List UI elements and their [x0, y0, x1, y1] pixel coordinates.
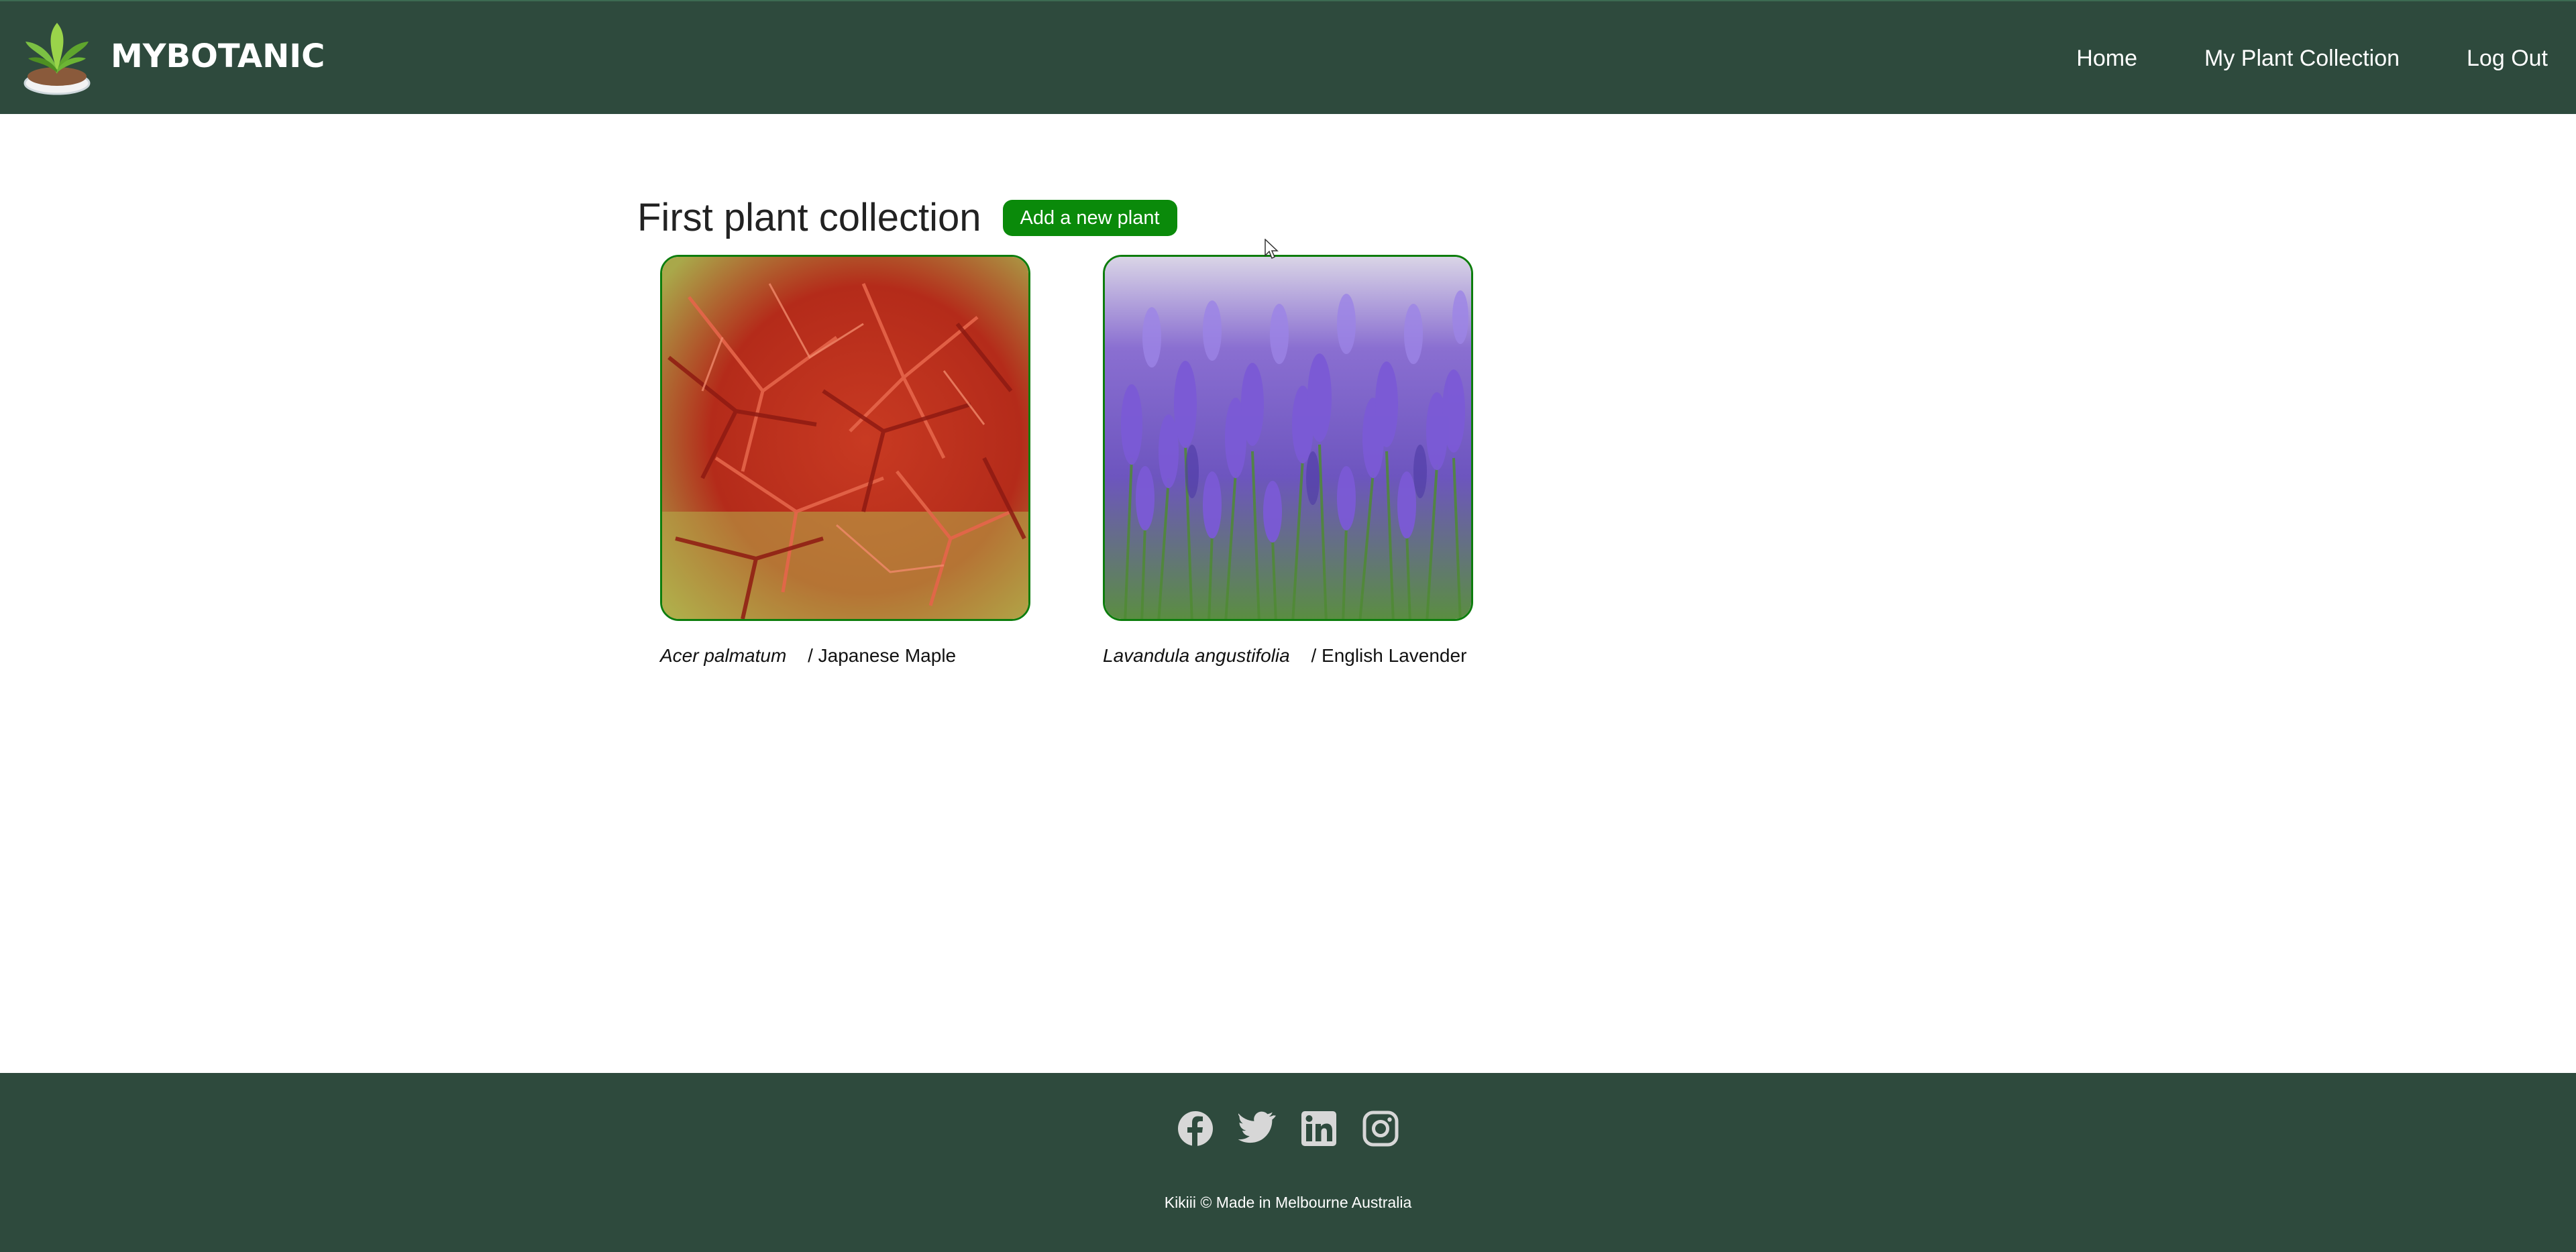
social-links	[0, 1110, 2576, 1147]
plant-image-frame[interactable]	[660, 255, 1030, 621]
linkedin-icon[interactable]	[1300, 1110, 1338, 1147]
facebook-icon[interactable]	[1177, 1110, 1214, 1147]
plant-caption: Acer palmatum / Japanese Maple	[660, 645, 1033, 667]
plant-caption: Lavandula angustifolia / English Lavende…	[1103, 645, 1476, 667]
collection-header: First plant collection Add a new plant	[637, 188, 1177, 248]
plant-scientific-name: Acer palmatum	[660, 645, 787, 666]
purple-lavender-field-photo[interactable]	[1105, 257, 1473, 621]
collection-title: First plant collection	[637, 196, 981, 239]
add-new-plant-button[interactable]: Add a new plant	[1002, 200, 1177, 236]
caption-separator: /	[808, 645, 813, 666]
plant-common-name: English Lavender	[1322, 645, 1467, 666]
nav-log-out-link[interactable]: Log Out	[2467, 42, 2548, 75]
red-maple-leaves-photo[interactable]	[662, 257, 1030, 621]
site-footer: Kikiii © Made in Melbourne Australia	[0, 1073, 2576, 1252]
plant-scientific-name: Lavandula angustifolia	[1103, 645, 1290, 666]
mouse-cursor-icon	[1265, 239, 1279, 260]
nav-my-plant-collection-link[interactable]: My Plant Collection	[2204, 42, 2400, 75]
caption-separator: /	[1311, 645, 1317, 666]
main-nav: Home My Plant Collection Log Out	[2009, 42, 2548, 75]
plant-common-name: Japanese Maple	[818, 645, 957, 666]
nav-home-link[interactable]: Home	[2076, 42, 2137, 75]
plant-image-frame[interactable]	[1103, 255, 1473, 621]
instagram-icon[interactable]	[1362, 1110, 1399, 1147]
plant-card[interactable]: Acer palmatum / Japanese Maple	[660, 255, 1033, 667]
twitter-icon[interactable]	[1238, 1110, 1277, 1147]
site-header: MYBOTANIC Home My Plant Collection Log O…	[0, 0, 2576, 114]
potted-plant-icon[interactable]	[20, 21, 94, 99]
brand-name[interactable]: MYBOTANIC	[111, 36, 325, 76]
plant-card[interactable]: Lavandula angustifolia / English Lavende…	[1103, 255, 1476, 667]
footer-credit: Kikiii © Made in Melbourne Australia	[1164, 1194, 1412, 1211]
